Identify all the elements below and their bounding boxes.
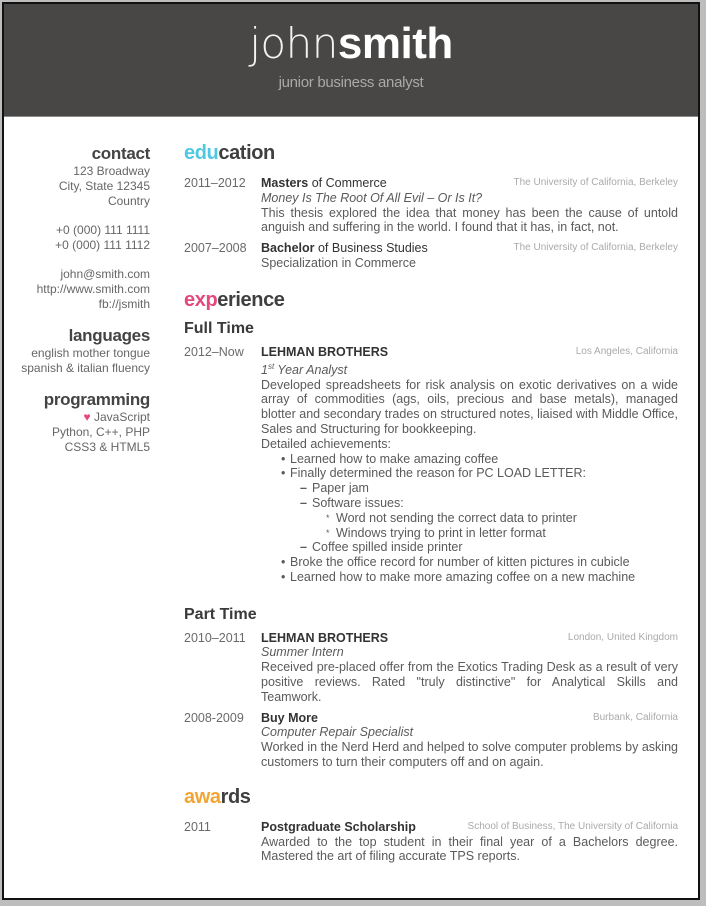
degree: Masters of Commerce	[261, 176, 387, 190]
entry-description: Received pre-placed offer from the Exoti…	[261, 660, 678, 704]
main-content: education 2011–2012 Masters of Commerce …	[184, 140, 678, 870]
entry-date: 2012–Now	[184, 344, 244, 359]
entry-description: Awarded to the top student in their fina…	[261, 834, 678, 864]
list-item: Word not sending the correct data to pri…	[312, 511, 678, 526]
list-item: Software issues: Word not sending the co…	[290, 496, 678, 540]
list-item: Broke the office record for number of ki…	[261, 555, 678, 570]
entry-date: 2008-2009	[184, 710, 244, 725]
entry-description: Specialization in Commerce	[261, 255, 416, 270]
award-entry: 2011 Postgraduate Scholarship School of …	[184, 820, 678, 864]
education-entry: 2007–2008 Bachelor of Business Studies T…	[184, 241, 678, 271]
entry-location: London, United Kingdom	[567, 631, 678, 643]
entry-date: 2007–2008	[184, 241, 247, 256]
list-item: Finally determined the reason for PC LOA…	[261, 466, 678, 555]
entry-location: The University of California, Berkeley	[513, 177, 678, 188]
list-item: Coffee spilled inside printer	[290, 540, 678, 555]
thesis-title: Money Is The Root Of All Evil – Or Is It…	[261, 190, 483, 205]
experience-entry: 2008-2009 Buy More Burbank, California C…	[184, 711, 678, 770]
programming-section: programming ♥ JavaScript Python, C++, PH…	[4, 390, 151, 455]
programming-heading: programming	[43, 390, 151, 409]
achievements-list: Learned how to make amazing coffee Final…	[261, 452, 678, 585]
list-item: Learned how to make more amazing coffee …	[261, 570, 678, 585]
address-line: 123 Broadway	[73, 164, 150, 178]
entry-date: 2011	[184, 819, 211, 834]
entry-description: This thesis explored the idea that money…	[261, 205, 678, 235]
last-name: smith	[337, 19, 453, 68]
language-item: english mother tongue	[31, 346, 150, 360]
phone: +0 (000) 111 1112	[55, 238, 150, 252]
entry-location: School of Business, The University of Ca…	[467, 820, 678, 832]
sidebar: contact 123 Broadway City, State 12345 C…	[4, 144, 150, 469]
experience-entry: 2012–Now LEHMAN BROTHERS Los Angeles, Ca…	[184, 345, 678, 585]
website-link[interactable]: http://www.smith.com	[4, 282, 150, 297]
list-item: Learned how to make amazing coffee	[261, 452, 678, 467]
heart-icon: ♥	[83, 410, 91, 424]
education-heading: education	[184, 142, 275, 164]
achievements-label: Detailed achievements:	[261, 436, 391, 451]
contact-section: contact 123 Broadway City, State 12345 C…	[4, 144, 151, 312]
degree: Bachelor of Business Studies	[261, 241, 428, 256]
entry-description: Developed spreadsheets for risk analysis…	[261, 377, 678, 436]
list-item: Windows trying to print in letter format	[312, 526, 678, 541]
awards-heading: awards	[184, 785, 251, 808]
full-time-heading: Full Time	[184, 319, 254, 337]
list-item: Paper jam	[290, 481, 678, 496]
contact-heading: contact	[91, 144, 151, 163]
company: LEHMAN BROTHERS	[261, 630, 389, 645]
experience-heading: experience	[184, 288, 285, 311]
role: Computer Repair Specialist	[261, 725, 414, 740]
programming-item: CSS3 & HTML5	[64, 440, 150, 454]
company: LEHMAN BROTHERS	[261, 344, 389, 359]
entry-date: 2010–2011	[184, 630, 246, 645]
company: Buy More	[261, 710, 318, 725]
full-name: johnsmith	[4, 18, 698, 70]
languages-heading: languages	[68, 326, 151, 345]
email-link[interactable]: john@smith.com	[4, 267, 150, 282]
languages-section: languages english mother tongue spanish …	[4, 326, 150, 376]
awards-accent: awa	[184, 785, 221, 808]
education-accent: edu	[184, 142, 219, 164]
first-name: john	[249, 19, 338, 68]
entry-date: 2011–2012	[184, 176, 246, 190]
entry-location: The University of California, Berkeley	[513, 242, 678, 254]
entry-description: Worked in the Nerd Herd and helped to so…	[261, 740, 678, 770]
phone: +0 (000) 111 1111	[56, 223, 150, 237]
role: Summer Intern	[261, 645, 344, 660]
entry-location: Los Angeles, California	[575, 345, 678, 357]
job-title: junior business analyst	[278, 74, 424, 91]
experience-accent: exp	[184, 288, 218, 311]
address-line: City, State 12345	[58, 179, 150, 193]
part-time-heading: Part Time	[184, 605, 257, 623]
entry-location: Burbank, California	[592, 711, 678, 723]
header: johnsmith junior business analyst	[4, 4, 698, 117]
programming-item: ♥ JavaScript	[83, 410, 151, 424]
language-item: spanish & italian fluency	[21, 361, 150, 375]
education-entry: 2011–2012 Masters of Commerce The Univer…	[184, 176, 678, 235]
role: 1st Year Analyst	[261, 361, 348, 377]
award-name: Postgraduate Scholarship	[261, 819, 416, 834]
facebook-link[interactable]: fb://jsmith	[4, 297, 150, 312]
experience-entry: 2010–2011 LEHMAN BROTHERS London, United…	[184, 631, 678, 705]
address-line: Country	[107, 194, 150, 208]
resume-page: johnsmith junior business analyst contac…	[2, 2, 700, 900]
programming-item: Python, C++, PHP	[51, 425, 150, 439]
